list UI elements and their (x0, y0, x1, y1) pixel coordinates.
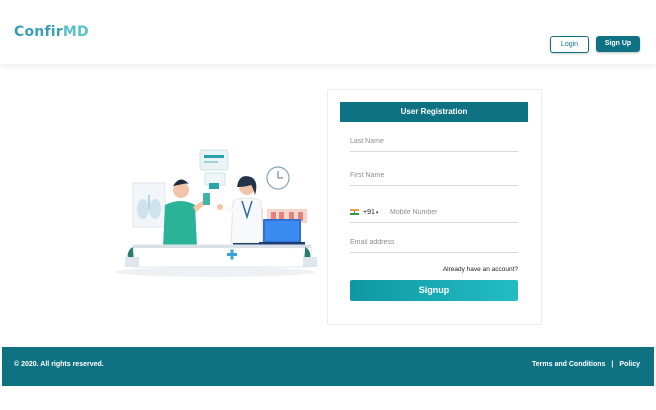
last-name-field[interactable] (350, 133, 518, 152)
india-flag-icon (350, 209, 359, 216)
terms-link[interactable]: Terms and Conditions (532, 361, 605, 368)
logo-text-part1: Confir (14, 24, 63, 40)
country-selector[interactable]: +91▾ (350, 209, 381, 216)
top-header: ConfirMD Login Sign Up (0, 0, 656, 64)
footer-links: Terms and Conditions | Policy (532, 361, 640, 368)
copyright-text: © 2020. All rights reserved. (14, 361, 104, 368)
registration-title: User Registration (340, 102, 528, 122)
first-name-input[interactable] (350, 172, 518, 179)
login-link[interactable]: Already have an account? (350, 266, 518, 273)
country-code: +91 (363, 209, 375, 216)
signup-submit-button[interactable]: Signup (350, 280, 518, 301)
chevron-down-icon: ▾ (375, 210, 379, 216)
doctor-patient-illustration (115, 149, 317, 277)
signup-header-button[interactable]: Sign Up (596, 36, 640, 52)
mobile-number-input[interactable] (390, 209, 510, 216)
last-name-input[interactable] (350, 138, 518, 145)
footer-separator: | (611, 361, 614, 368)
login-button[interactable]: Login (550, 36, 589, 53)
registration-card: User Registration +91▾ Already have an a… (327, 89, 542, 325)
site-footer: © 2020. All rights reserved. Terms and C… (2, 347, 654, 386)
first-name-field[interactable] (350, 167, 518, 186)
brand-logo[interactable]: ConfirMD (14, 24, 89, 40)
mobile-field[interactable]: +91▾ (350, 204, 518, 223)
policy-link[interactable]: Policy (619, 361, 640, 368)
email-field[interactable] (350, 234, 518, 253)
mobile-input-wrap[interactable] (390, 204, 510, 222)
email-input[interactable] (350, 239, 518, 246)
logo-text-part2: MD (62, 24, 89, 40)
